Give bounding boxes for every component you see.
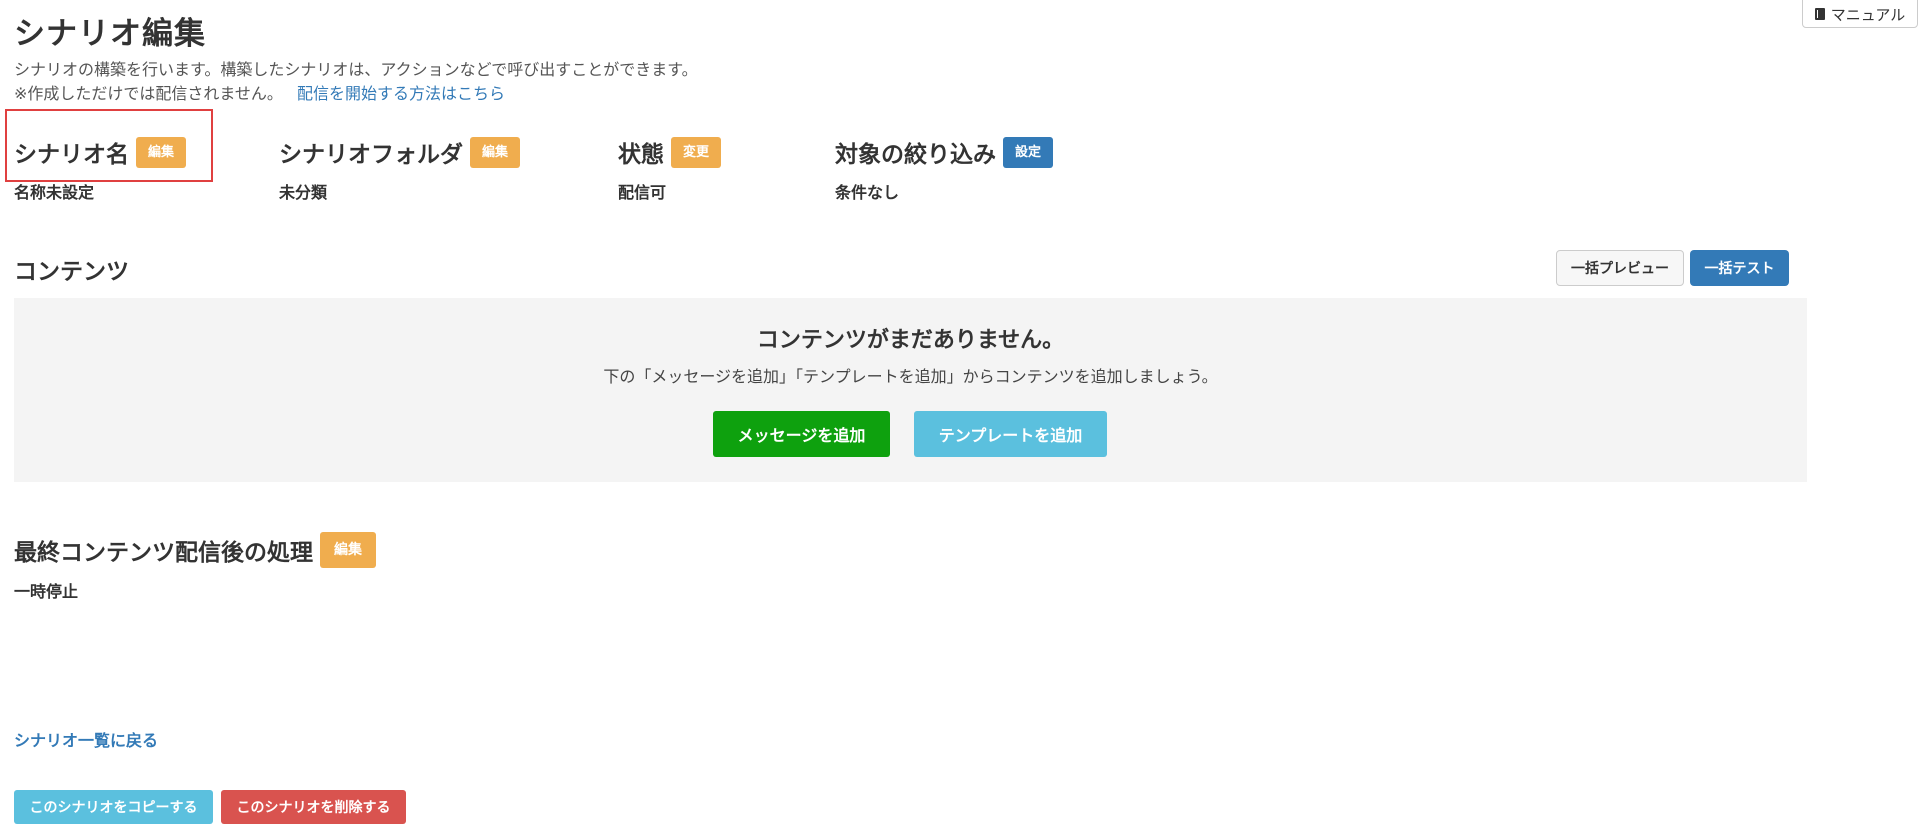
- back-to-list-link[interactable]: シナリオ一覧に戻る: [14, 727, 158, 751]
- scenario-folder-heading: シナリオフォルダ 編集: [279, 135, 521, 169]
- bulk-preview-button[interactable]: 一括プレビュー: [1556, 250, 1684, 286]
- edit-after-last-button[interactable]: 編集: [320, 532, 376, 568]
- status-label: 状態: [618, 142, 664, 168]
- scenario-name-label: シナリオ名: [14, 142, 129, 168]
- page-description: シナリオの構築を行います。構築したシナリオは、アクションなどで呼び出すことができ…: [14, 60, 698, 79]
- target-filter-label: 対象の絞り込み: [835, 142, 996, 168]
- status-heading: 状態 変更: [618, 135, 722, 169]
- after-last-value: 一時停止: [14, 582, 79, 601]
- target-filter-heading: 対象の絞り込み 設定: [835, 135, 1054, 169]
- after-last-heading: 最終コンテンツ配信後の処理 編集: [14, 532, 376, 568]
- add-template-button[interactable]: テンプレートを追加: [914, 411, 1107, 457]
- empty-description: 下の「メッセージを追加」「テンプレートを追加」からコンテンツを追加しましょう。: [603, 367, 1218, 386]
- target-filter-value: 条件なし: [835, 183, 900, 202]
- after-last-title: 最終コンテンツ配信後の処理: [14, 540, 313, 566]
- set-filter-button[interactable]: 設定: [1003, 136, 1054, 168]
- page-title: シナリオ編集: [14, 16, 206, 52]
- contents-empty-panel: コンテンツがまだありません。 下の「メッセージを追加」「テンプレートを追加」から…: [14, 298, 1807, 482]
- manual-button[interactable]: マニュアル: [1802, 0, 1918, 28]
- add-message-button[interactable]: メッセージを追加: [713, 411, 890, 457]
- scenario-folder-value: 未分類: [279, 183, 328, 202]
- manual-label: マニュアル: [1830, 5, 1906, 24]
- scenario-folder-label: シナリオフォルダ: [279, 142, 463, 168]
- bulk-test-button[interactable]: 一括テスト: [1690, 250, 1789, 286]
- empty-title: コンテンツがまだありません。: [756, 328, 1065, 353]
- edit-folder-button[interactable]: 編集: [470, 136, 521, 168]
- scenario-name-value: 名称未設定: [14, 183, 95, 202]
- book-icon: [1814, 8, 1825, 20]
- page-note-line: ※作成しただけでは配信されません。 配信を開始する方法はこちら: [14, 80, 505, 104]
- page-note: ※作成しただけでは配信されません。: [14, 84, 283, 103]
- copy-scenario-button[interactable]: このシナリオをコピーする: [14, 790, 213, 824]
- delete-scenario-button[interactable]: このシナリオを削除する: [221, 790, 406, 824]
- edit-name-button[interactable]: 編集: [136, 136, 187, 168]
- scenario-name-heading: シナリオ名 編集: [14, 135, 187, 169]
- how-to-start-link[interactable]: 配信を開始する方法はこちら: [297, 84, 505, 103]
- contents-title: コンテンツ: [14, 259, 129, 285]
- change-status-button[interactable]: 変更: [671, 136, 722, 168]
- status-value: 配信可: [618, 183, 667, 202]
